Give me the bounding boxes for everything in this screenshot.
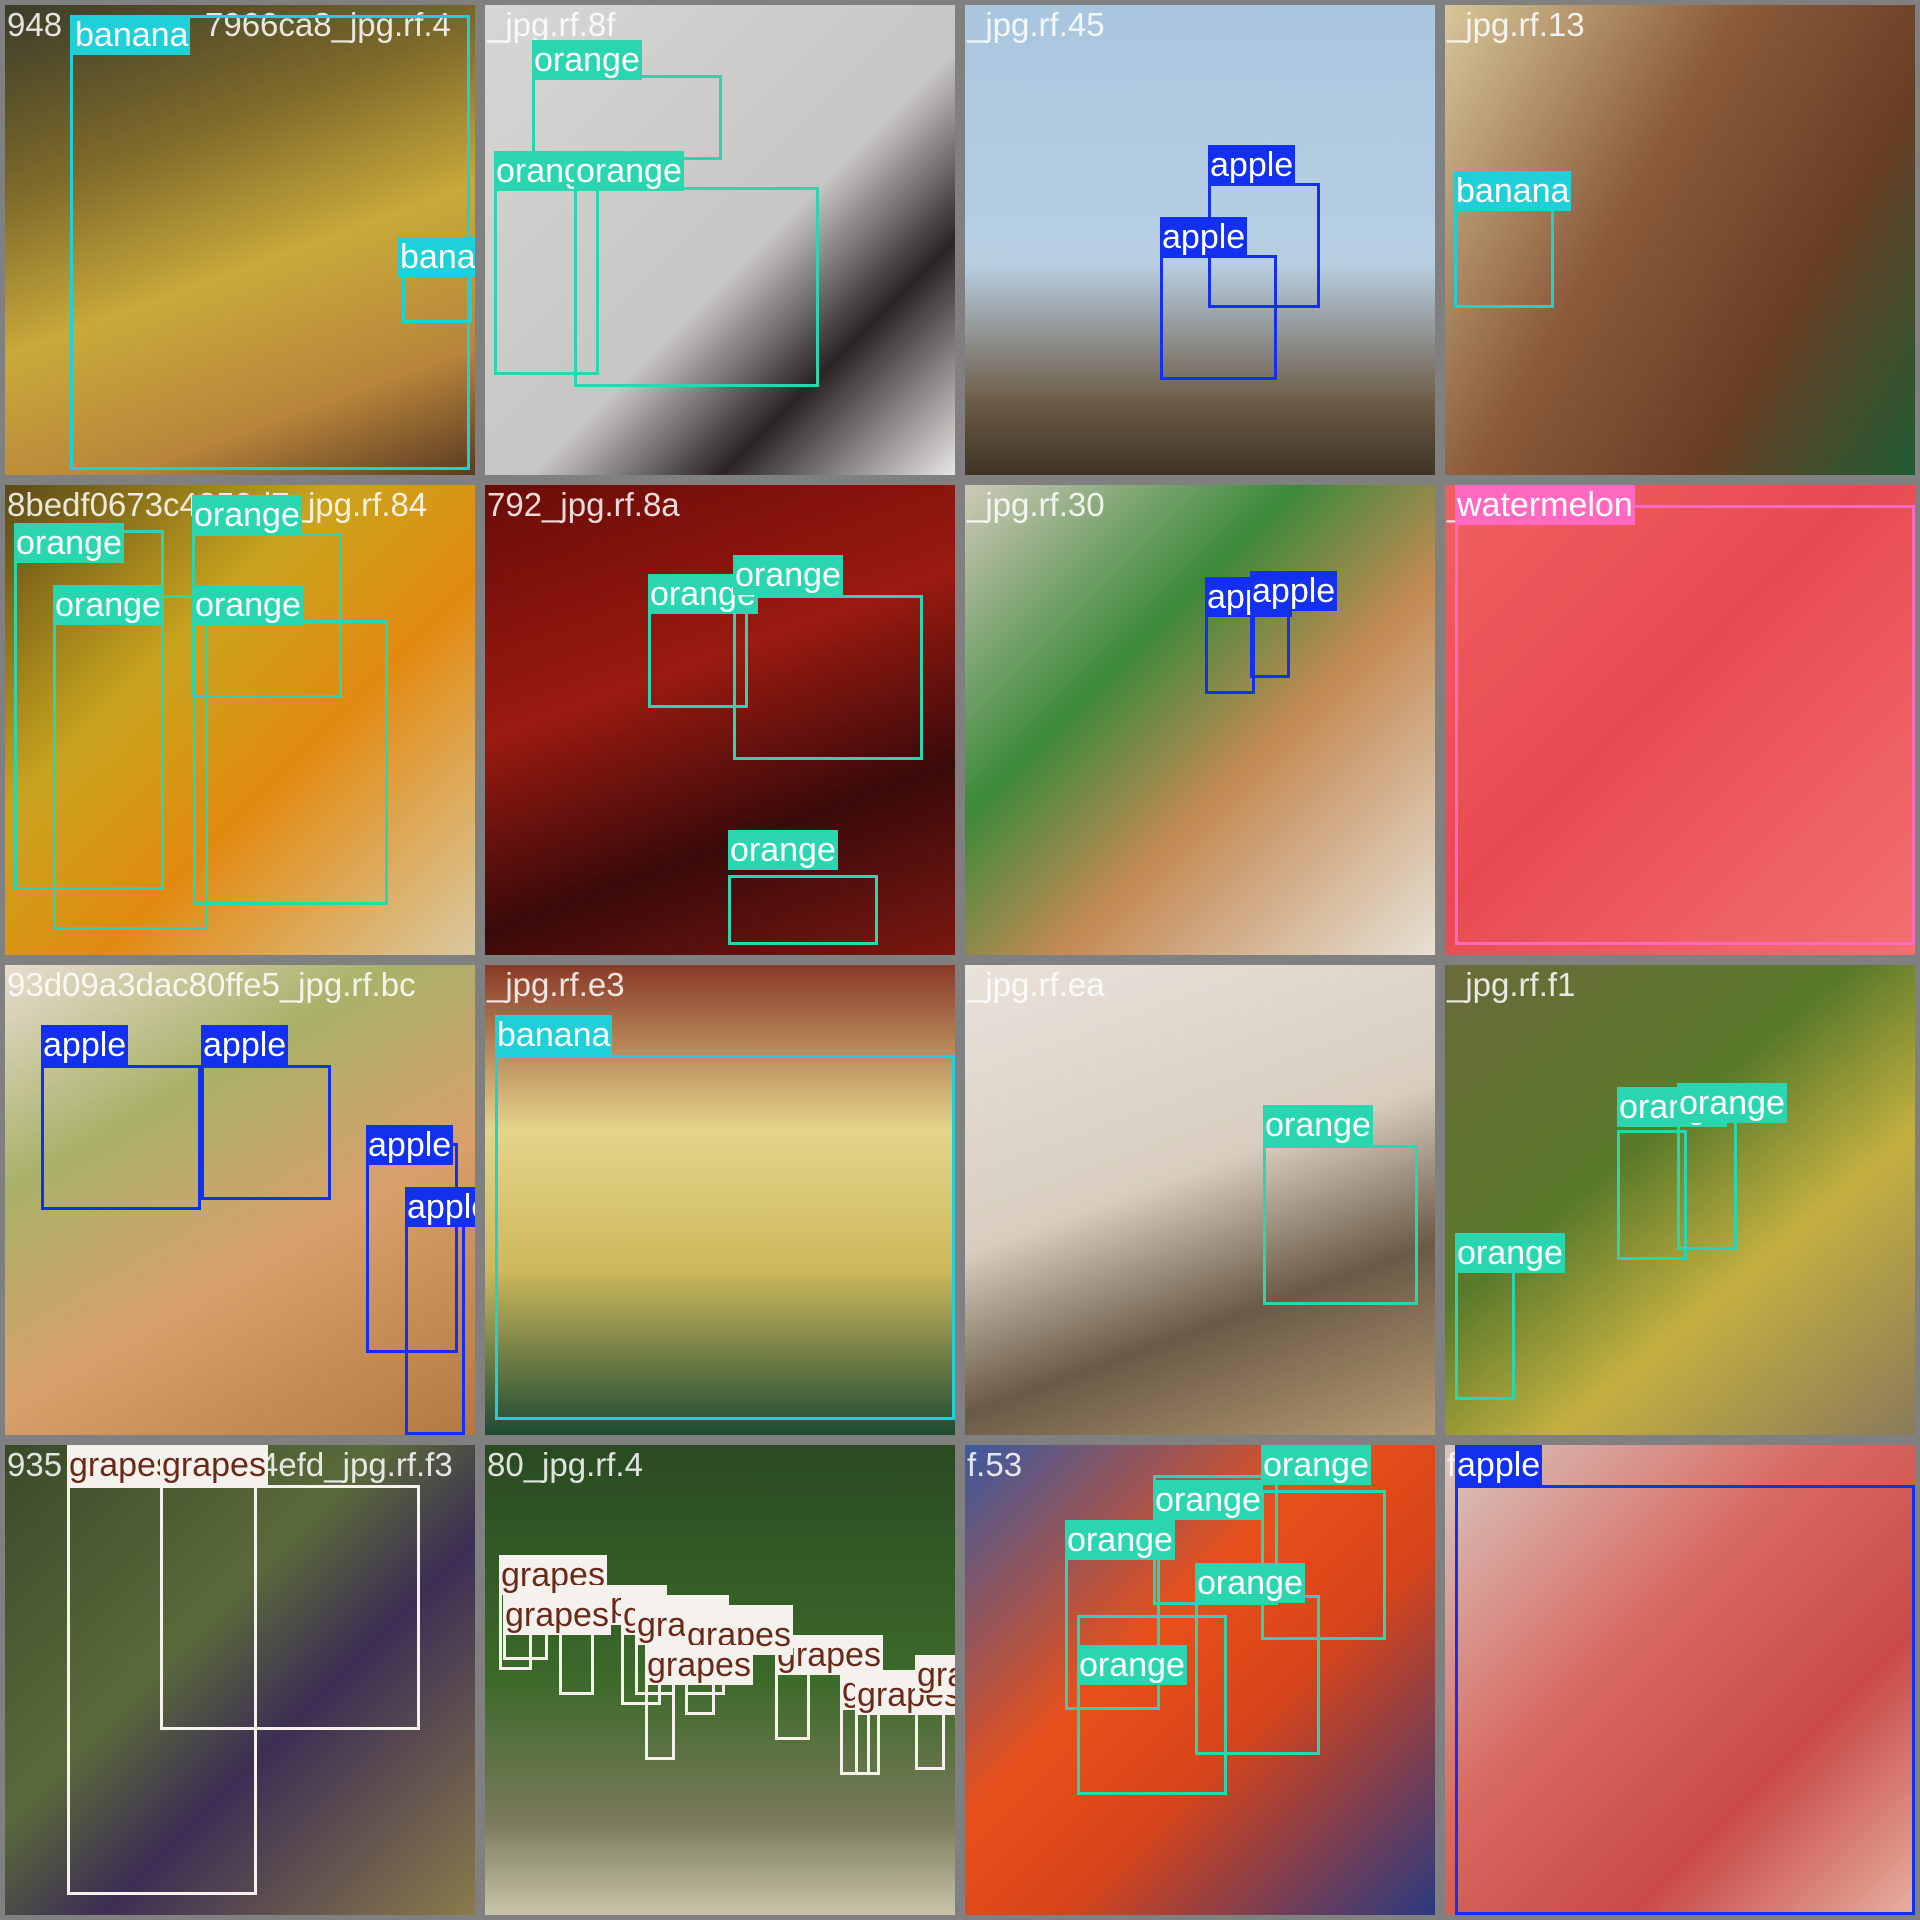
image-tile: 935 9794efd_jpg.rf.f3 grapes grapes <box>5 1445 475 1915</box>
tile-filename: 93d09a3dac80ffe5_jpg.rf.bc <box>7 966 416 1003</box>
grapes-label: grapes <box>67 1445 175 1485</box>
orange-label: orange <box>53 585 163 625</box>
banana-bounding-box <box>1454 208 1554 308</box>
orange-label: orange <box>532 40 642 80</box>
orange-label: orange <box>1065 1520 1175 1560</box>
orange-bounding-box <box>728 875 878 945</box>
tile-filename: _jpg.rf.f1 <box>1447 966 1576 1003</box>
orange-bounding-box <box>574 187 819 387</box>
orange-bounding-box <box>733 595 923 760</box>
image-tile: 8bedf0673c4850d7_jpg.rf.84orangeorangeor… <box>5 485 475 955</box>
apple-label: apple <box>201 1025 289 1065</box>
tile-filename: 935 <box>7 1446 63 1483</box>
grapes-label: grapes <box>915 1655 955 1695</box>
orange-bounding-box <box>1677 1115 1737 1250</box>
grapes-label: grapes <box>645 1645 753 1685</box>
grapes-label: grapes <box>503 1595 611 1635</box>
tile-filename: 948 <box>7 6 63 43</box>
grapes-label: grapes <box>160 1445 268 1485</box>
orange-bounding-box <box>1077 1615 1227 1795</box>
grapes-bounding-box <box>160 1485 420 1730</box>
orange-bounding-box <box>532 75 722 160</box>
image-tile: 80_jpg.rf.4 grapes grapes grapes grapes grape… <box>485 1445 955 1915</box>
apple-label: apple <box>1208 145 1296 185</box>
apple-bounding-box <box>1160 255 1277 380</box>
image-tile: _jpg.rf.8f orange orange orange <box>485 5 955 475</box>
orange-label: orange <box>1677 1083 1787 1123</box>
apple-label: apple <box>41 1025 129 1065</box>
image-tile: 9487966ca8_jpg.rf.4bananabanana <box>5 5 475 475</box>
apple-label: apple <box>1455 1445 1543 1485</box>
apple-bounding-box <box>41 1065 201 1210</box>
image-tile: _jpg.rf.13banana <box>1445 5 1915 475</box>
orange-label: orange <box>1077 1645 1187 1685</box>
image-tile: _jpg.rf.e3banana <box>485 965 955 1435</box>
apple-label: apple <box>1160 217 1248 257</box>
orange-label: orange <box>192 495 302 535</box>
orange-label: orange <box>193 585 303 625</box>
apple-label: apple <box>366 1125 454 1165</box>
tile-filename: _jpg.rf.13 <box>1447 6 1585 43</box>
image-tile: 93d09a3dac80ffe5_jpg.rf.bcapple apple appl… <box>5 965 475 1435</box>
orange-label: orange <box>1195 1563 1305 1603</box>
image-tile: f.09apple <box>1445 1445 1915 1915</box>
detection-mosaic: 9487966ca8_jpg.rf.4bananabanana_jpg.rf.8… <box>0 0 1920 1920</box>
orange-label: orange <box>574 151 684 191</box>
apple-label: apple <box>1250 571 1338 611</box>
orange-bounding-box <box>1455 1260 1515 1400</box>
banana-bounding-box <box>495 1055 955 1420</box>
apple-bounding-box <box>405 1195 465 1435</box>
orange-label: orange <box>1263 1105 1373 1145</box>
image-tile: _jpg.rf.f1 orange orange orange <box>1445 965 1915 1435</box>
watermelon-bounding-box <box>1455 505 1915 945</box>
tile-filename: f.53 <box>967 1446 1023 1483</box>
image-tile: _jpg.rf.45apple apple <box>965 5 1435 475</box>
tile-filename: _jpg.rf.30 <box>967 486 1105 523</box>
apple-bounding-box <box>1455 1485 1915 1915</box>
apple-bounding-box <box>201 1065 331 1200</box>
image-tile: _jpg.rf.eaorange <box>965 965 1435 1435</box>
orange-label: orange <box>1455 1233 1565 1273</box>
tile-filename: _jpg.rf.ea <box>967 966 1105 1003</box>
tile-filename: _jpg.rf.e3 <box>487 966 625 1003</box>
orange-bounding-box <box>53 595 208 930</box>
image-tile: _jpg.rf.30 apple apple <box>965 485 1435 955</box>
banana-label: banana <box>398 237 475 277</box>
orange-label: orange <box>728 830 838 870</box>
image-tile: 792_jpg.rf.8a orange orange orange <box>485 485 955 955</box>
apple-label: apple <box>405 1187 475 1227</box>
image-tile: f.53 orange orange orange orange orange <box>965 1445 1435 1915</box>
banana-label: banana <box>495 1015 613 1055</box>
tile-filename: 792_jpg.rf.8a <box>487 486 680 523</box>
orange-bounding-box <box>193 620 388 905</box>
orange-label: orange <box>14 523 124 563</box>
banana-label: banana <box>73 15 191 55</box>
image-tile: _jpg.rf.3cwatermelon <box>1445 485 1915 955</box>
orange-label: orange <box>1261 1445 1371 1485</box>
tile-filename: _jpg.rf.8f <box>487 6 616 43</box>
watermelon-label: watermelon <box>1455 485 1635 525</box>
orange-label: orange <box>1153 1480 1263 1520</box>
tile-filename: _jpg.rf.45 <box>967 6 1105 43</box>
tile-filename: 80_jpg.rf.4 <box>487 1446 643 1483</box>
orange-label: orange <box>733 555 843 595</box>
orange-bounding-box <box>1263 1145 1418 1305</box>
banana-label: banana <box>1454 171 1572 211</box>
